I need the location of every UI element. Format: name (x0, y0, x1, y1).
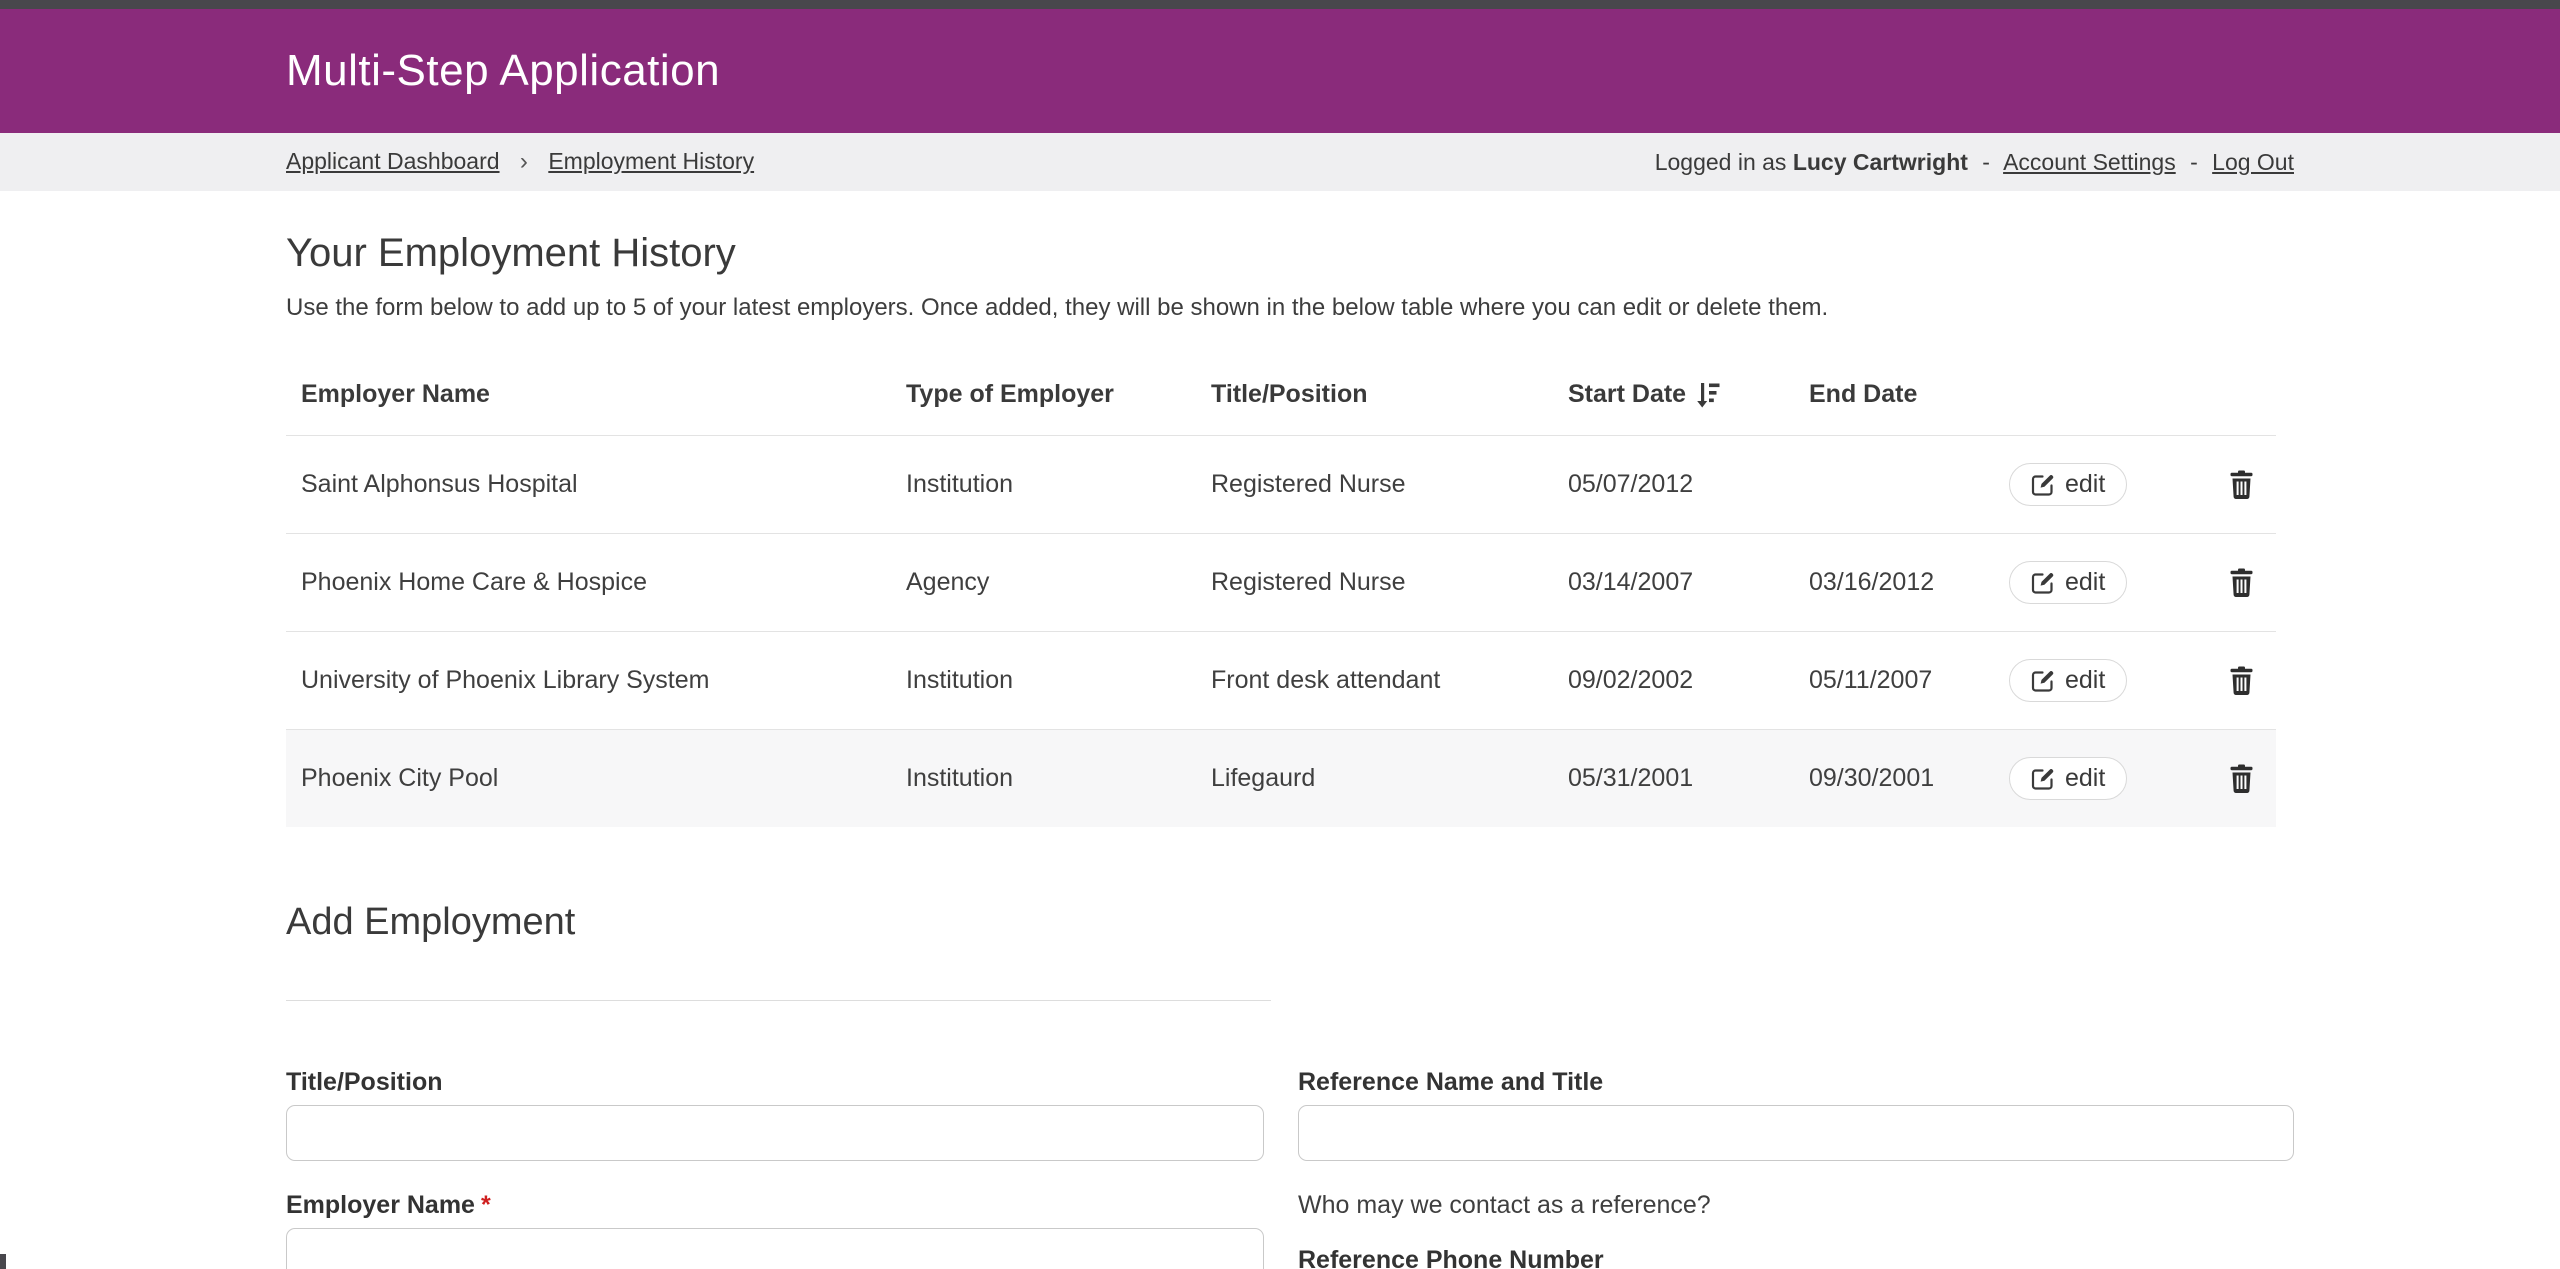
add-employment-heading: Add Employment (286, 901, 2294, 944)
utility-bar: Applicant Dashboard › Employment History… (0, 133, 2560, 191)
edit-button[interactable]: edit (2009, 561, 2127, 604)
column-header-employer-name: Employer Name (286, 380, 891, 409)
cell-actions: edit (2009, 463, 2276, 506)
edit-button[interactable]: edit (2009, 463, 2127, 506)
form-left-column: Title/Position Employer Name* (286, 1067, 1264, 1269)
app-header: Multi-Step Application (0, 9, 2560, 133)
sort-amount-down-icon (1695, 381, 1720, 409)
table-row: Phoenix Home Care & Hospice Agency Regis… (286, 533, 2276, 631)
cell-employer-name: Saint Alphonsus Hospital (286, 470, 891, 499)
edit-icon (2031, 571, 2055, 595)
column-header-title-position: Title/Position (1196, 380, 1553, 409)
delete-button[interactable] (2229, 666, 2254, 696)
table-row: Saint Alphonsus Hospital Institution Reg… (286, 435, 2276, 533)
breadcrumb: Applicant Dashboard › Employment History (286, 148, 754, 176)
cell-employer-type: Institution (891, 470, 1196, 499)
account-settings-link[interactable]: Account Settings (2003, 149, 2176, 175)
window-title-bar (0, 0, 2560, 9)
cell-end-date: 05/11/2007 (1794, 666, 2009, 695)
cell-actions: edit (2009, 659, 2276, 702)
cell-start-date: 05/07/2012 (1553, 470, 1794, 499)
cell-start-date: 05/31/2001 (1553, 764, 1794, 793)
main-content: Your Employment History Use the form bel… (286, 231, 2294, 1269)
form-divider (286, 1000, 1271, 1001)
trash-icon (2229, 470, 2254, 500)
cell-actions: edit (2009, 561, 2276, 604)
add-employment-section: Add Employment Title/Position Employer N… (286, 901, 2294, 1269)
cell-title-position: Front desk attendant (1196, 666, 1553, 695)
cell-employer-type: Institution (891, 666, 1196, 695)
breadcrumb-separator-icon: › (520, 148, 528, 175)
form-right-column: Reference Name and Title Who may we cont… (1298, 1067, 2294, 1269)
edit-button[interactable]: edit (2009, 659, 2127, 702)
title-position-label: Title/Position (286, 1067, 1264, 1097)
cell-end-date: 03/16/2012 (1794, 568, 2009, 597)
cell-employer-name: Phoenix Home Care & Hospice (286, 568, 891, 597)
cell-employer-type: Agency (891, 568, 1196, 597)
reference-help-text: Who may we contact as a reference? (1298, 1190, 2294, 1220)
column-header-start-date: Start Date (1553, 380, 1794, 409)
logged-in-user: Lucy Cartwright (1793, 149, 1968, 175)
edit-icon (2031, 767, 2055, 791)
cell-end-date: 09/30/2001 (1794, 764, 2009, 793)
breadcrumb-link-employment-history[interactable]: Employment History (548, 148, 754, 174)
delete-button[interactable] (2229, 568, 2254, 598)
window-bottom-edge (0, 1254, 6, 1269)
table-body: Saint Alphonsus Hospital Institution Reg… (286, 435, 2276, 827)
page-description: Use the form below to add up to 5 of you… (286, 294, 2294, 322)
employment-table: Employer Name Type of Employer Title/Pos… (286, 372, 2276, 827)
table-header-row: Employer Name Type of Employer Title/Pos… (286, 372, 2276, 435)
reference-name-input[interactable] (1298, 1105, 2294, 1161)
employer-name-label: Employer Name* (286, 1190, 1264, 1220)
edit-button[interactable]: edit (2009, 757, 2127, 800)
logged-in-prefix: Logged in as (1655, 149, 1787, 175)
account-links: Logged in as Lucy Cartwright - Account S… (1655, 149, 2294, 176)
reference-name-label: Reference Name and Title (1298, 1067, 2294, 1097)
trash-icon (2229, 666, 2254, 696)
employer-name-input[interactable] (286, 1228, 1264, 1269)
cell-employer-name: University of Phoenix Library System (286, 666, 891, 695)
cell-title-position: Registered Nurse (1196, 568, 1553, 597)
app-title: Multi-Step Application (286, 46, 2294, 96)
cell-employer-name: Phoenix City Pool (286, 764, 891, 793)
edit-icon (2031, 473, 2055, 497)
breadcrumb-link-dashboard[interactable]: Applicant Dashboard (286, 148, 500, 174)
trash-icon (2229, 764, 2254, 794)
cell-start-date: 09/02/2002 (1553, 666, 1794, 695)
table-row: University of Phoenix Library System Ins… (286, 631, 2276, 729)
delete-button[interactable] (2229, 764, 2254, 794)
cell-employer-type: Institution (891, 764, 1196, 793)
cell-title-position: Lifegaurd (1196, 764, 1553, 793)
required-asterisk: * (481, 1191, 491, 1219)
sort-by-start-date[interactable]: Start Date (1568, 380, 1720, 409)
column-header-type: Type of Employer (891, 380, 1196, 409)
delete-button[interactable] (2229, 470, 2254, 500)
cell-actions: edit (2009, 757, 2276, 800)
trash-icon (2229, 568, 2254, 598)
cell-start-date: 03/14/2007 (1553, 568, 1794, 597)
table-row: Phoenix City Pool Institution Lifegaurd … (286, 729, 2276, 827)
title-position-input[interactable] (286, 1105, 1264, 1161)
cell-title-position: Registered Nurse (1196, 470, 1553, 499)
edit-icon (2031, 669, 2055, 693)
page-title: Your Employment History (286, 231, 2294, 276)
log-out-link[interactable]: Log Out (2212, 149, 2294, 175)
column-header-end-date: End Date (1794, 380, 2009, 409)
reference-phone-label: Reference Phone Number (1298, 1245, 2294, 1269)
add-employment-form: Title/Position Employer Name* Reference … (286, 1067, 2294, 1269)
